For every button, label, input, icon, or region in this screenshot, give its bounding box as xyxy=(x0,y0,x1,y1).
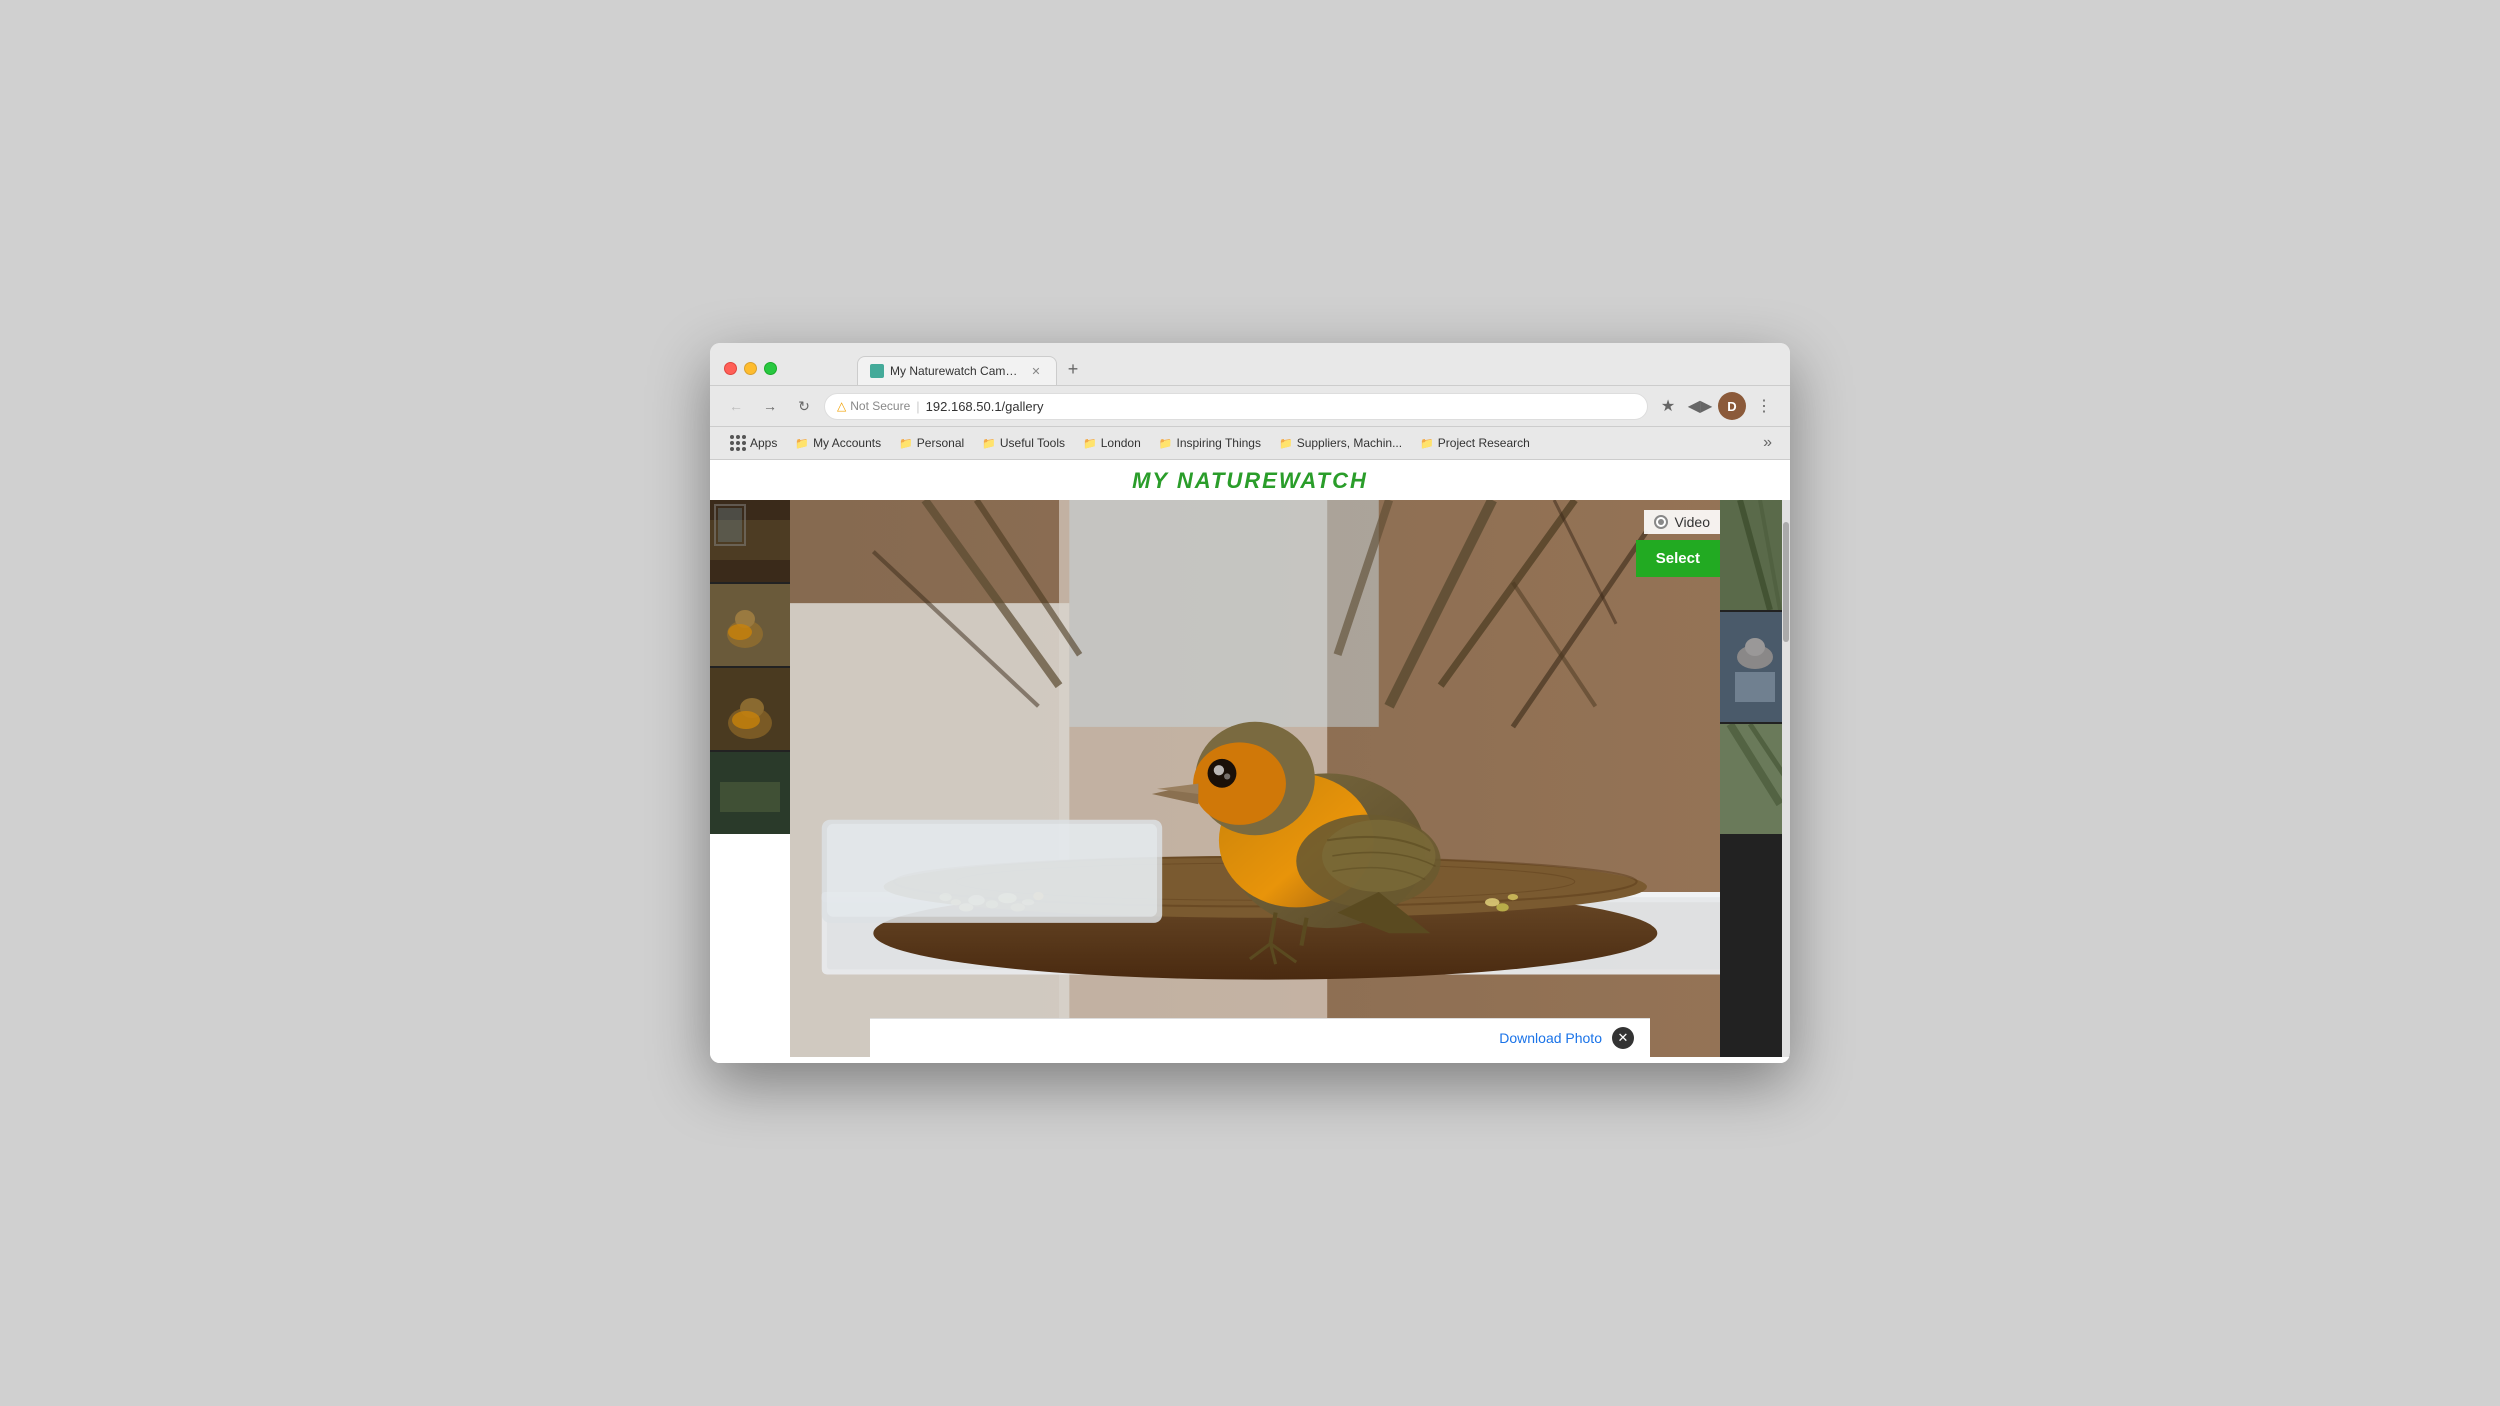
right-thumbnail-1[interactable] xyxy=(1720,500,1790,610)
select-button[interactable]: Select xyxy=(1636,540,1720,577)
close-download-button[interactable]: ✕ xyxy=(1612,1027,1634,1049)
bookmark-star-button[interactable]: ★ xyxy=(1654,392,1682,420)
thumbnail-2[interactable] xyxy=(710,584,790,666)
bookmark-label: Useful Tools xyxy=(1000,436,1065,450)
security-warning: △ Not Secure xyxy=(837,399,910,413)
left-sidebar: Back xyxy=(710,500,790,1057)
apps-label: Apps xyxy=(750,436,777,450)
page-content: MY NATUREWATCH Back xyxy=(710,460,1790,1063)
right-thumbnails xyxy=(1720,500,1790,1057)
content-area: MY NATUREWATCH Back xyxy=(710,460,1790,1063)
bookmark-suppliers[interactable]: 📁 Suppliers, Machin... xyxy=(1271,433,1410,453)
folder-icon: 📁 xyxy=(1159,437,1173,450)
tab-title: My Naturewatch Camera xyxy=(890,364,1022,378)
apps-grid-icon xyxy=(730,435,746,451)
gallery-area: Back xyxy=(710,500,1790,1057)
scrollbar[interactable] xyxy=(1782,500,1790,1057)
thumbnail-4[interactable] xyxy=(710,752,790,834)
menu-button[interactable]: ⋮ xyxy=(1750,392,1778,420)
close-button[interactable] xyxy=(724,362,737,375)
bookmarks-more-button[interactable]: » xyxy=(1757,431,1778,455)
reload-button[interactable]: ↻ xyxy=(790,392,818,420)
main-image: Video Select xyxy=(790,500,1720,1057)
video-radio[interactable] xyxy=(1654,515,1668,529)
warning-icon: △ xyxy=(837,399,846,413)
back-nav-button[interactable]: ← xyxy=(722,392,750,420)
extensions-button[interactable]: ◀▶ xyxy=(1686,392,1714,420)
folder-icon: 📁 xyxy=(899,437,913,450)
bookmarks-bar: Apps 📁 My Accounts 📁 Personal 📁 Useful T… xyxy=(710,427,1790,460)
folder-icon: 📁 xyxy=(1420,437,1434,450)
bookmark-my-accounts[interactable]: 📁 My Accounts xyxy=(787,433,889,453)
download-bar: Download Photo ✕ xyxy=(870,1018,1650,1057)
bookmark-label: My Accounts xyxy=(813,436,881,450)
bookmark-personal[interactable]: 📁 Personal xyxy=(891,433,972,453)
bookmark-label: Personal xyxy=(917,436,964,450)
bookmark-inspiring-things[interactable]: 📁 Inspiring Things xyxy=(1151,433,1269,453)
video-text: Video xyxy=(1674,514,1710,530)
bookmark-project-research[interactable]: 📁 Project Research xyxy=(1412,433,1538,453)
scrollbar-thumb[interactable] xyxy=(1783,522,1789,642)
bookmark-london[interactable]: 📁 London xyxy=(1075,433,1149,453)
right-thumbnail-2[interactable] xyxy=(1720,612,1790,722)
title-bar: My Naturewatch Camera ✕ + xyxy=(710,343,1790,386)
bookmark-label: Inspiring Things xyxy=(1176,436,1261,450)
folder-icon: 📁 xyxy=(795,437,809,450)
bookmark-label: Suppliers, Machin... xyxy=(1297,436,1402,450)
forward-nav-button[interactable]: → xyxy=(756,392,784,420)
maximize-button[interactable] xyxy=(764,362,777,375)
right-thumbnail-3[interactable] xyxy=(1720,724,1790,834)
folder-icon: 📁 xyxy=(1083,437,1097,450)
tab-naturewatch[interactable]: My Naturewatch Camera ✕ xyxy=(857,356,1057,385)
bookmark-label: London xyxy=(1101,436,1141,450)
bookmark-label: Project Research xyxy=(1438,436,1530,450)
video-label: Video xyxy=(1644,510,1720,534)
tab-favicon xyxy=(870,364,884,378)
url-text: 192.168.50.1/gallery xyxy=(926,399,1044,414)
folder-icon: 📁 xyxy=(1279,437,1293,450)
address-bar[interactable]: △ Not Secure | 192.168.50.1/gallery xyxy=(824,393,1648,420)
profile-button[interactable]: D xyxy=(1718,392,1746,420)
tab-close-button[interactable]: ✕ xyxy=(1028,363,1044,379)
new-tab-button[interactable]: + xyxy=(1059,355,1087,383)
thumbnail-3[interactable] xyxy=(710,668,790,750)
thumbnail-1[interactable] xyxy=(710,500,790,582)
browser-window: My Naturewatch Camera ✕ + ← → ↻ △ Not Se… xyxy=(710,343,1790,1063)
bookmark-apps[interactable]: Apps xyxy=(722,432,785,454)
security-label: Not Secure xyxy=(850,399,910,413)
url-separator: | xyxy=(916,399,919,414)
site-title: MY NATUREWATCH xyxy=(710,460,1790,500)
minimize-button[interactable] xyxy=(744,362,757,375)
folder-icon: 📁 xyxy=(982,437,996,450)
address-actions: ★ ◀▶ D ⋮ xyxy=(1654,392,1778,420)
bird-image-svg xyxy=(790,500,1720,1057)
sidebar-thumbnails xyxy=(710,500,790,834)
tab-bar: My Naturewatch Camera ✕ + xyxy=(787,355,1087,385)
download-photo-link[interactable]: Download Photo xyxy=(1499,1030,1602,1046)
address-bar-row: ← → ↻ △ Not Secure | 192.168.50.1/galler… xyxy=(710,386,1790,427)
traffic-lights xyxy=(724,362,777,379)
bookmark-useful-tools[interactable]: 📁 Useful Tools xyxy=(974,433,1073,453)
